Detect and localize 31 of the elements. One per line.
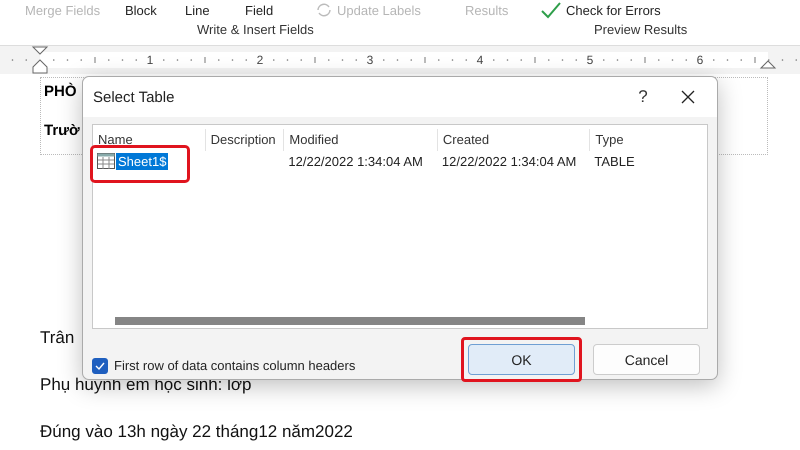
document-text: PHÒ: [44, 83, 77, 100]
column-header[interactable]: Type: [589, 129, 708, 151]
column-header[interactable]: Description: [204, 129, 284, 151]
scrollbar[interactable]: [115, 317, 585, 325]
document-text: Trân: [40, 328, 76, 348]
table-icon: [97, 153, 115, 169]
document-text: Đúng vào 13h ngày 22 tháng12 năm2022: [40, 422, 354, 442]
ribbon-button[interactable]: Check for Errors: [566, 2, 661, 18]
document-text: Trườ: [44, 122, 80, 139]
checkmark-icon: [540, 1, 562, 19]
column-header[interactable]: Created: [436, 129, 590, 151]
ribbon-button[interactable]: Block: [125, 2, 157, 18]
group-label: Write & Insert Fields: [197, 22, 314, 37]
table-cell: 12/22/2022 1:34:04 AM: [442, 154, 576, 168]
ribbon-button[interactable]: Field: [245, 2, 274, 18]
table-name[interactable]: Sheet1$: [116, 152, 168, 170]
dialog-button[interactable]: Cancel: [593, 344, 700, 375]
table-cell: 12/22/2022 1:34:04 AM: [288, 154, 423, 168]
group-label: Preview Results: [594, 22, 688, 37]
refresh-icon: [315, 1, 333, 19]
column-header[interactable]: Modified: [283, 129, 437, 151]
dialog-title: Select Table: [93, 88, 176, 106]
ruler: 1 2 3 4 5 6: [0, 46, 800, 74]
table-cell: TABLE: [594, 154, 635, 168]
checkbox[interactable]: [92, 358, 108, 374]
column-header[interactable]: Name: [93, 129, 205, 151]
help-button[interactable]: ?: [623, 86, 663, 108]
dialog-button[interactable]: OK: [468, 344, 575, 375]
checkbox-label: First row of data contains column headers: [114, 358, 356, 373]
ribbon-button[interactable]: Line: [185, 2, 210, 18]
close-icon[interactable]: [681, 90, 695, 104]
